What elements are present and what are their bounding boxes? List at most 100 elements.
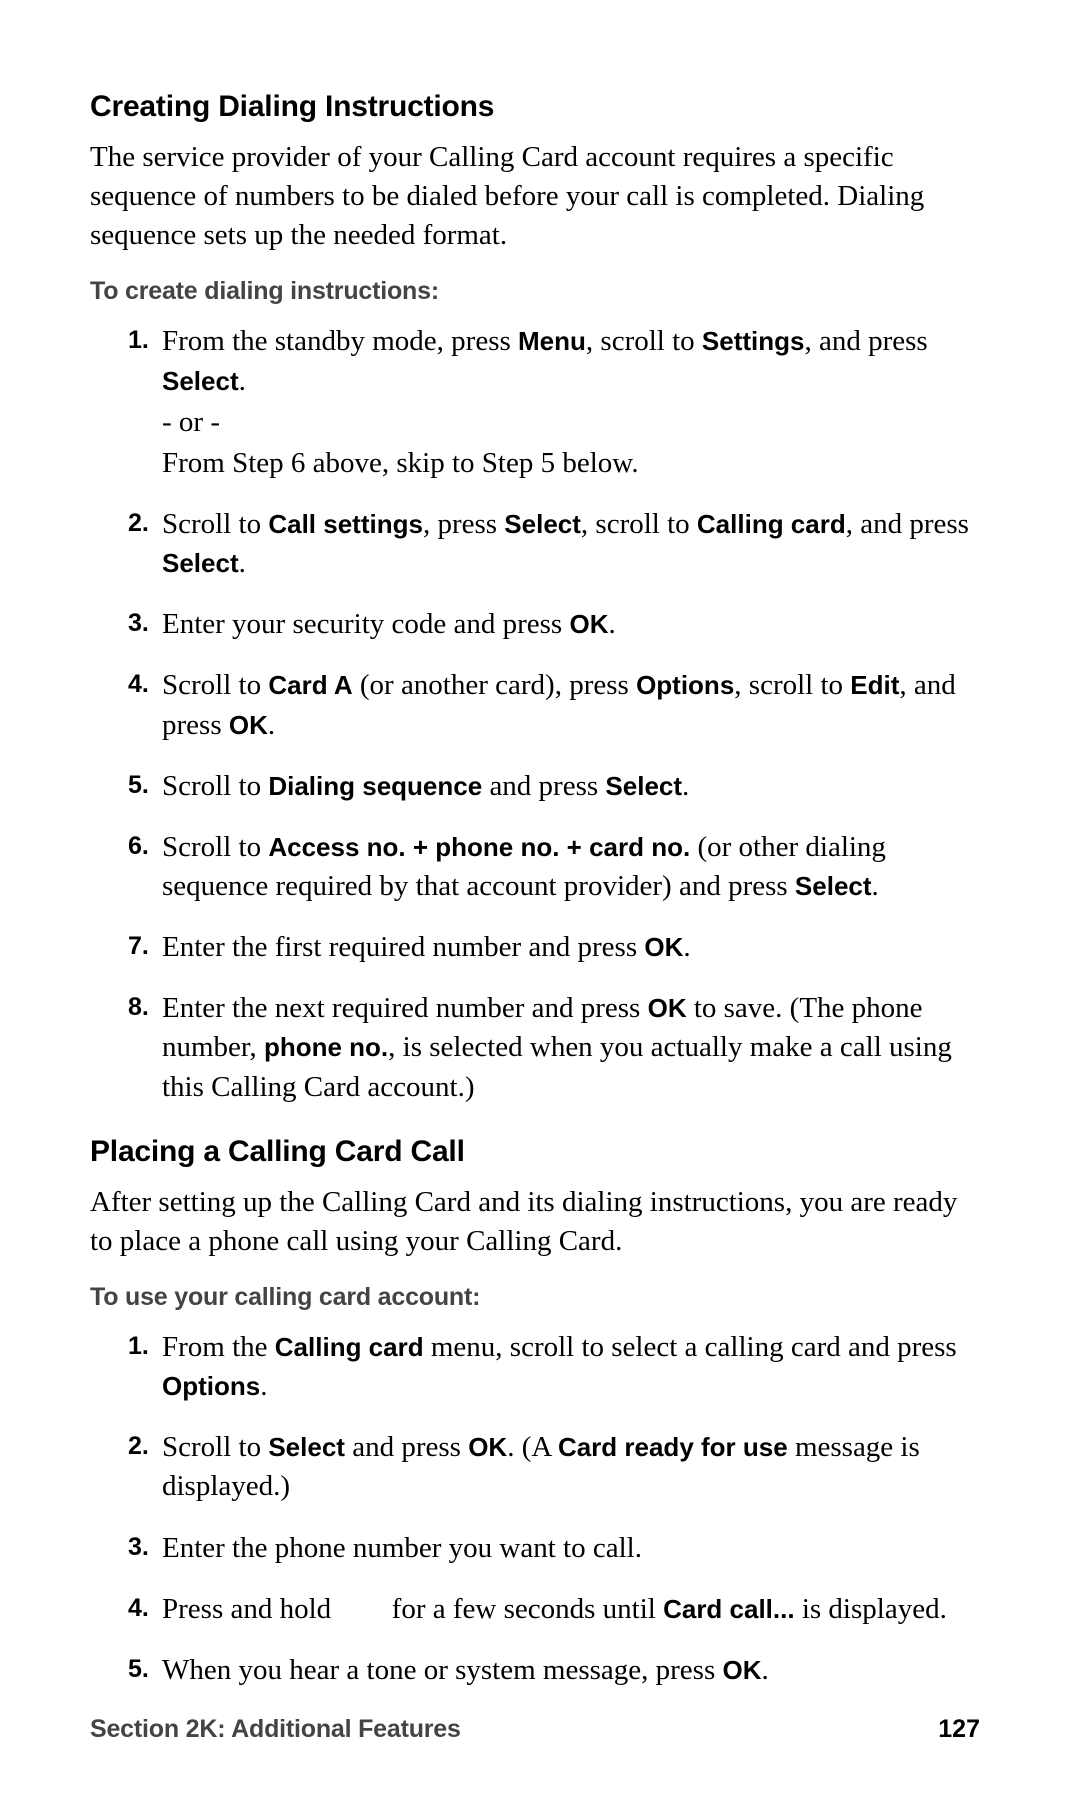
step-number: 7.	[128, 928, 149, 966]
step-text: , and press	[804, 325, 927, 357]
step-text: Scroll to	[162, 831, 268, 863]
step-number: 1.	[128, 322, 149, 360]
step-text: When you hear a tone or system message, …	[162, 1654, 723, 1686]
list-item: 1. From the Calling card menu, scroll to …	[128, 1328, 980, 1406]
step-text: , scroll to	[734, 669, 850, 701]
page-footer: Section 2K: Additional Features 127	[90, 1715, 980, 1744]
step-number: 2.	[128, 1428, 149, 1466]
bold-term: OK	[648, 993, 687, 1023]
step-text: Scroll to	[162, 669, 268, 701]
step-text: . (A	[507, 1431, 558, 1463]
bold-term: Select	[795, 871, 872, 901]
bold-term: OK	[723, 1655, 762, 1685]
step-number: 5.	[128, 767, 149, 805]
list-item: 5. When you hear a tone or system message…	[128, 1651, 980, 1690]
step-text: .	[268, 709, 275, 741]
bold-term: Calling card	[697, 509, 846, 539]
step-text: .	[239, 365, 246, 397]
bold-term: Card call...	[663, 1594, 795, 1624]
bold-term: Select	[504, 509, 581, 539]
step-number: 1.	[128, 1328, 149, 1366]
bold-term: Select	[162, 548, 239, 578]
step-text: .	[762, 1654, 769, 1686]
step-text: From the standby mode, press	[162, 325, 518, 357]
bold-term: Options	[162, 1371, 260, 1401]
step-text: - or -	[162, 406, 220, 438]
step-text: , scroll to	[581, 508, 697, 540]
step-text: Scroll to	[162, 770, 268, 802]
list-item: 1. From the standby mode, press Menu, scr…	[128, 322, 980, 483]
section-intro: After setting up the Calling Card and it…	[90, 1183, 980, 1261]
step-text: Enter the phone number you want to call.	[162, 1532, 642, 1564]
step-text: and press	[345, 1431, 468, 1463]
step-text: .	[239, 547, 246, 579]
document-page: Creating Dialing Instructions The servic…	[0, 0, 1080, 1800]
list-item: 4. Scroll to Card A (or another card), pr…	[128, 666, 980, 744]
steps-list: 1.From the standby mode, press Menu, scr…	[90, 322, 980, 1106]
step-number: 3.	[128, 1529, 149, 1567]
section-subhead: To use your calling card account:	[90, 1283, 980, 1312]
bold-term: Select	[605, 771, 682, 801]
bold-term: Edit	[850, 670, 899, 700]
list-item: 3. Enter the phone number you want to cal…	[128, 1529, 980, 1568]
bold-term: OK	[644, 932, 683, 962]
step-text: Enter the next required number and press	[162, 992, 648, 1024]
step-number: 5.	[128, 1651, 149, 1689]
step-text: From the	[162, 1331, 275, 1363]
step-text: , scroll to	[586, 325, 702, 357]
bold-term: Options	[636, 670, 734, 700]
step-text: .	[682, 770, 689, 802]
page-number: 127	[938, 1715, 980, 1744]
step-text: (or another card), press	[353, 669, 636, 701]
section-heading: Placing a Calling Card Call	[90, 1135, 980, 1169]
step-text: for a few seconds until	[384, 1593, 663, 1625]
list-item: 7. Enter the first required number and pr…	[128, 928, 980, 967]
step-text: Press and hold	[162, 1593, 338, 1625]
step-text: is displayed.	[795, 1593, 947, 1625]
list-item: 2. Scroll to Select and press OK. (A Card…	[128, 1428, 980, 1506]
step-text: .	[608, 608, 615, 640]
step-text: Scroll to	[162, 508, 268, 540]
step-text: and press	[482, 770, 605, 802]
bold-term: OK	[569, 609, 608, 639]
step-text: .	[260, 1370, 267, 1402]
bold-term: OK	[229, 710, 268, 740]
list-item: 6. Scroll to Access no. + phone no. + car…	[128, 828, 980, 906]
step-text: menu, scroll to select a calling card an…	[424, 1331, 957, 1363]
bold-term: Select	[268, 1432, 345, 1462]
list-item: 3. Enter your security code and press OK.	[128, 605, 980, 644]
step-text: , press	[423, 508, 504, 540]
bold-term: Card ready for use	[558, 1432, 788, 1462]
step-text: From Step 6 above, skip to Step 5 below.	[162, 447, 639, 479]
footer-section-label: Section 2K: Additional Features	[90, 1715, 461, 1744]
step-text: Enter your security code and press	[162, 608, 569, 640]
step-text: .	[683, 931, 690, 963]
bold-term: Card A	[268, 670, 352, 700]
section-heading: Creating Dialing Instructions	[90, 90, 980, 124]
step-number: 2.	[128, 505, 149, 543]
step-text: Scroll to	[162, 1431, 268, 1463]
bold-term: OK	[468, 1432, 507, 1462]
steps-list: 1. From the Calling card menu, scroll to …	[90, 1328, 980, 1690]
bold-term: Access no. + phone no. + card no.	[268, 832, 690, 862]
bold-term: Call settings	[268, 509, 423, 539]
bold-term: Menu	[518, 326, 586, 356]
bold-term: Settings	[702, 326, 805, 356]
bold-term: Calling card	[275, 1332, 424, 1362]
step-text: , and press	[846, 508, 969, 540]
bold-term: Dialing sequence	[268, 771, 482, 801]
step-text: Enter the first required number and pres…	[162, 931, 644, 963]
step-number: 8.	[128, 989, 149, 1027]
list-item: 2. Scroll to Call settings, press Select,…	[128, 505, 980, 583]
section-intro: The service provider of your Calling Car…	[90, 138, 980, 255]
step-number: 4.	[128, 666, 149, 704]
step-number: 3.	[128, 605, 149, 643]
step-number: 6.	[128, 828, 149, 866]
list-item: 8. Enter the next required number and pre…	[128, 989, 980, 1106]
list-item: 4. Press and hold for a few seconds until…	[128, 1590, 980, 1629]
step-number: 4.	[128, 1590, 149, 1628]
section-subhead: To create dialing instructions:	[90, 277, 980, 306]
bold-term: phone no.	[264, 1032, 388, 1062]
step-text: .	[872, 870, 879, 902]
list-item: 5. Scroll to Dialing sequence and press S…	[128, 767, 980, 806]
